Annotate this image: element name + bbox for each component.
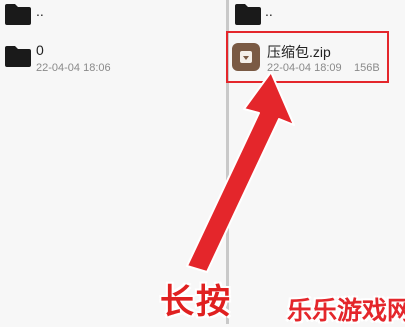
right-parent-folder-row[interactable]: .. [229, 0, 405, 30]
left-parent-folder-row[interactable]: .. [0, 0, 226, 30]
item-date: 22-04-04 18:06 [36, 62, 111, 74]
folder-icon [5, 4, 31, 25]
highlight-box [226, 31, 389, 83]
item-name: .. [36, 3, 44, 19]
item-name: 0 [36, 42, 44, 58]
watermark-logo: 乐乐游戏网 [287, 297, 405, 325]
item-name: .. [265, 3, 273, 19]
folder-icon [235, 4, 261, 25]
left-folder-row-0[interactable]: 0 22-04-04 18:06 [0, 38, 226, 78]
long-press-hint: 长按 [160, 283, 232, 321]
folder-icon [5, 46, 31, 67]
